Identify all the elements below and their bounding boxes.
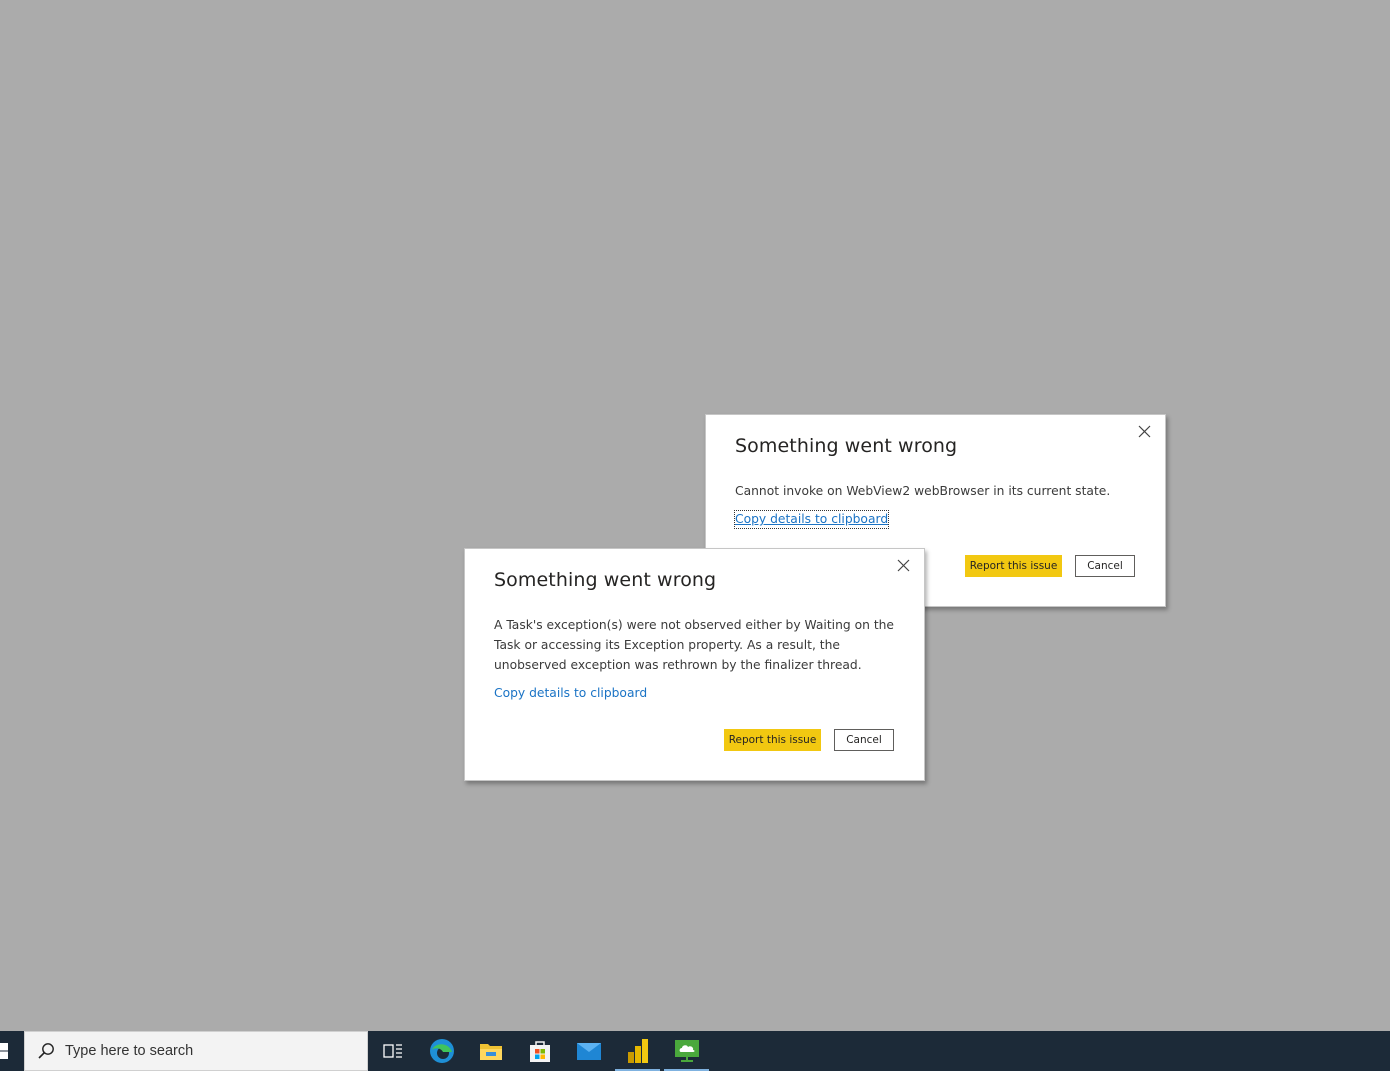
close-button[interactable]: [892, 554, 914, 576]
taskbar: Type here to search: [0, 1031, 1390, 1071]
cloud-app-button[interactable]: [662, 1031, 711, 1071]
report-issue-button[interactable]: Report this issue: [965, 555, 1062, 577]
report-issue-button[interactable]: Report this issue: [724, 729, 821, 751]
search-placeholder: Type here to search: [65, 1043, 194, 1059]
mail-icon: [576, 1043, 601, 1060]
cloud-app-icon: [674, 1040, 699, 1062]
dialog-title: Something went wrong: [494, 569, 717, 591]
task-view-icon: [382, 1044, 402, 1058]
start-button[interactable]: [0, 1031, 24, 1071]
copy-details-link[interactable]: Copy details to clipboard: [494, 685, 647, 702]
copy-details-link[interactable]: Copy details to clipboard: [733, 510, 890, 529]
search-icon: [38, 1043, 54, 1059]
dialog-message: A Task's exception(s) were not observed …: [494, 618, 895, 672]
error-dialog-task-exception: Something went wrong A Task's exception(…: [464, 548, 925, 781]
taskbar-search-box[interactable]: Type here to search: [24, 1031, 368, 1071]
mail-button[interactable]: [564, 1031, 613, 1071]
close-icon: [897, 559, 909, 571]
cancel-button[interactable]: Cancel: [834, 729, 894, 751]
close-button[interactable]: [1133, 420, 1155, 442]
microsoft-store-icon: [529, 1041, 550, 1062]
task-view-button[interactable]: [368, 1031, 417, 1071]
close-icon: [1138, 425, 1150, 437]
microsoft-store-button[interactable]: [515, 1031, 564, 1071]
dialog-title: Something went wrong: [735, 435, 958, 457]
cancel-button[interactable]: Cancel: [1075, 555, 1135, 577]
power-bi-icon: [627, 1039, 648, 1063]
windows-start-icon: [0, 1043, 8, 1059]
power-bi-button[interactable]: [613, 1031, 662, 1071]
dialog-message: Cannot invoke on WebView2 webBrowser in …: [735, 484, 1111, 498]
edge-icon: [429, 1039, 454, 1063]
file-explorer-icon: [479, 1044, 502, 1060]
file-explorer-button[interactable]: [466, 1031, 515, 1071]
edge-button[interactable]: [417, 1031, 466, 1071]
